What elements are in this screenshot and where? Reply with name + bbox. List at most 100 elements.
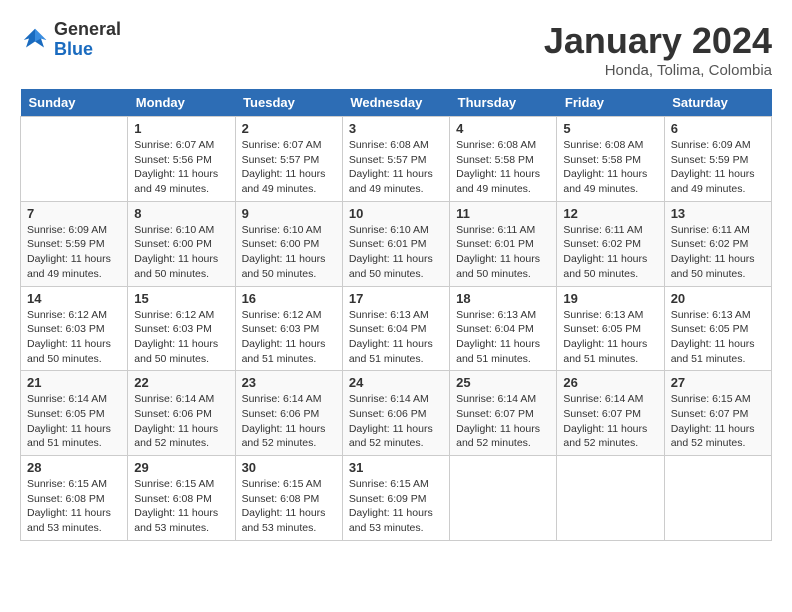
calendar-cell — [664, 456, 771, 541]
day-number: 24 — [349, 375, 443, 390]
calendar-cell: 27 Sunrise: 6:15 AM Sunset: 6:07 PM Dayli… — [664, 371, 771, 456]
day-number: 29 — [134, 460, 228, 475]
day-number: 14 — [27, 291, 121, 306]
day-number: 4 — [456, 121, 550, 136]
day-info: Sunrise: 6:14 AM Sunset: 6:05 PM Dayligh… — [27, 392, 121, 451]
day-info: Sunrise: 6:08 AM Sunset: 5:58 PM Dayligh… — [563, 138, 657, 197]
day-info: Sunrise: 6:10 AM Sunset: 6:01 PM Dayligh… — [349, 223, 443, 282]
day-info: Sunrise: 6:11 AM Sunset: 6:01 PM Dayligh… — [456, 223, 550, 282]
column-header-wednesday: Wednesday — [342, 89, 449, 117]
location-text: Honda, Tolima, Colombia — [544, 62, 772, 79]
calendar-header-row: SundayMondayTuesdayWednesdayThursdayFrid… — [21, 89, 772, 117]
day-info: Sunrise: 6:08 AM Sunset: 5:58 PM Dayligh… — [456, 138, 550, 197]
day-number: 20 — [671, 291, 765, 306]
day-number: 13 — [671, 206, 765, 221]
day-info: Sunrise: 6:07 AM Sunset: 5:56 PM Dayligh… — [134, 138, 228, 197]
calendar-cell: 28Sunrise: 6:15 AM Sunset: 6:08 PM Dayli… — [21, 456, 128, 541]
column-header-thursday: Thursday — [450, 89, 557, 117]
day-number: 25 — [456, 375, 550, 390]
calendar-cell: 21 Sunrise: 6:14 AM Sunset: 6:05 PM Dayli… — [21, 371, 128, 456]
day-number: 15 — [134, 291, 228, 306]
calendar-cell: 31 Sunrise: 6:15 AM Sunset: 6:09 PM Dayli… — [342, 456, 449, 541]
logo-general-text: General — [54, 20, 121, 40]
page-header: General Blue January 2024 Honda, Tolima,… — [20, 20, 772, 79]
logo-blue-text: Blue — [54, 40, 121, 60]
calendar-week-row: 21 Sunrise: 6:14 AM Sunset: 6:05 PM Dayli… — [21, 371, 772, 456]
calendar-cell: 10 Sunrise: 6:10 AM Sunset: 6:01 PM Dayli… — [342, 201, 449, 286]
column-header-saturday: Saturday — [664, 89, 771, 117]
day-number: 30 — [242, 460, 336, 475]
calendar-cell — [557, 456, 664, 541]
day-number: 21 — [27, 375, 121, 390]
day-number: 18 — [456, 291, 550, 306]
calendar-cell: 8 Sunrise: 6:10 AM Sunset: 6:00 PM Daylig… — [128, 201, 235, 286]
day-number: 3 — [349, 121, 443, 136]
day-number: 1 — [134, 121, 228, 136]
day-info: Sunrise: 6:15 AM Sunset: 6:07 PM Dayligh… — [671, 392, 765, 451]
calendar-table: SundayMondayTuesdayWednesdayThursdayFrid… — [20, 89, 772, 541]
calendar-cell: 14 Sunrise: 6:12 AM Sunset: 6:03 PM Dayli… — [21, 286, 128, 371]
calendar-cell: 30 Sunrise: 6:15 AM Sunset: 6:08 PM Dayli… — [235, 456, 342, 541]
day-info: Sunrise: 6:09 AM Sunset: 5:59 PM Dayligh… — [27, 223, 121, 282]
calendar-cell: 1 Sunrise: 6:07 AM Sunset: 5:56 PM Daylig… — [128, 117, 235, 202]
day-info: Sunrise: 6:10 AM Sunset: 6:00 PM Dayligh… — [134, 223, 228, 282]
day-info: Sunrise: 6:14 AM Sunset: 6:06 PM Dayligh… — [242, 392, 336, 451]
day-info: Sunrise: 6:07 AM Sunset: 5:57 PM Dayligh… — [242, 138, 336, 197]
day-number: 22 — [134, 375, 228, 390]
month-title: January 2024 — [544, 20, 772, 62]
calendar-cell: 25 Sunrise: 6:14 AM Sunset: 6:07 PM Dayli… — [450, 371, 557, 456]
day-info: Sunrise: 6:13 AM Sunset: 6:05 PM Dayligh… — [671, 308, 765, 367]
calendar-cell: 7 Sunrise: 6:09 AM Sunset: 5:59 PM Daylig… — [21, 201, 128, 286]
day-number: 27 — [671, 375, 765, 390]
column-header-sunday: Sunday — [21, 89, 128, 117]
day-number: 16 — [242, 291, 336, 306]
calendar-cell — [450, 456, 557, 541]
day-info: Sunrise: 6:11 AM Sunset: 6:02 PM Dayligh… — [671, 223, 765, 282]
title-block: January 2024 Honda, Tolima, Colombia — [544, 20, 772, 79]
calendar-cell: 11 Sunrise: 6:11 AM Sunset: 6:01 PM Dayli… — [450, 201, 557, 286]
calendar-cell: 29 Sunrise: 6:15 AM Sunset: 6:08 PM Dayli… — [128, 456, 235, 541]
day-number: 8 — [134, 206, 228, 221]
column-header-monday: Monday — [128, 89, 235, 117]
day-info: Sunrise: 6:15 AM Sunset: 6:09 PM Dayligh… — [349, 477, 443, 536]
day-info: Sunrise: 6:13 AM Sunset: 6:04 PM Dayligh… — [456, 308, 550, 367]
day-info: Sunrise: 6:10 AM Sunset: 6:00 PM Dayligh… — [242, 223, 336, 282]
day-number: 10 — [349, 206, 443, 221]
day-info: Sunrise: 6:09 AM Sunset: 5:59 PM Dayligh… — [671, 138, 765, 197]
calendar-cell: 2Sunrise: 6:07 AM Sunset: 5:57 PM Daylig… — [235, 117, 342, 202]
calendar-cell: 26 Sunrise: 6:14 AM Sunset: 6:07 PM Dayli… — [557, 371, 664, 456]
day-info: Sunrise: 6:12 AM Sunset: 6:03 PM Dayligh… — [242, 308, 336, 367]
day-number: 31 — [349, 460, 443, 475]
day-number: 7 — [27, 206, 121, 221]
calendar-cell: 4 Sunrise: 6:08 AM Sunset: 5:58 PM Daylig… — [450, 117, 557, 202]
day-info: Sunrise: 6:08 AM Sunset: 5:57 PM Dayligh… — [349, 138, 443, 197]
column-header-tuesday: Tuesday — [235, 89, 342, 117]
calendar-cell: 19Sunrise: 6:13 AM Sunset: 6:05 PM Dayli… — [557, 286, 664, 371]
day-info: Sunrise: 6:14 AM Sunset: 6:07 PM Dayligh… — [563, 392, 657, 451]
day-info: Sunrise: 6:15 AM Sunset: 6:08 PM Dayligh… — [242, 477, 336, 536]
day-info: Sunrise: 6:14 AM Sunset: 6:07 PM Dayligh… — [456, 392, 550, 451]
day-number: 11 — [456, 206, 550, 221]
calendar-cell: 12Sunrise: 6:11 AM Sunset: 6:02 PM Dayli… — [557, 201, 664, 286]
calendar-cell: 22 Sunrise: 6:14 AM Sunset: 6:06 PM Dayli… — [128, 371, 235, 456]
calendar-cell: 13 Sunrise: 6:11 AM Sunset: 6:02 PM Dayli… — [664, 201, 771, 286]
day-number: 28 — [27, 460, 121, 475]
calendar-cell — [21, 117, 128, 202]
calendar-cell: 24Sunrise: 6:14 AM Sunset: 6:06 PM Dayli… — [342, 371, 449, 456]
calendar-cell: 18 Sunrise: 6:13 AM Sunset: 6:04 PM Dayli… — [450, 286, 557, 371]
day-info: Sunrise: 6:15 AM Sunset: 6:08 PM Dayligh… — [134, 477, 228, 536]
day-info: Sunrise: 6:11 AM Sunset: 6:02 PM Dayligh… — [563, 223, 657, 282]
calendar-cell: 6Sunrise: 6:09 AM Sunset: 5:59 PM Daylig… — [664, 117, 771, 202]
logo: General Blue — [20, 20, 121, 60]
day-info: Sunrise: 6:12 AM Sunset: 6:03 PM Dayligh… — [134, 308, 228, 367]
day-info: Sunrise: 6:14 AM Sunset: 6:06 PM Dayligh… — [134, 392, 228, 451]
day-info: Sunrise: 6:12 AM Sunset: 6:03 PM Dayligh… — [27, 308, 121, 367]
calendar-cell: 9Sunrise: 6:10 AM Sunset: 6:00 PM Daylig… — [235, 201, 342, 286]
calendar-cell: 17Sunrise: 6:13 AM Sunset: 6:04 PM Dayli… — [342, 286, 449, 371]
day-number: 26 — [563, 375, 657, 390]
calendar-week-row: 7 Sunrise: 6:09 AM Sunset: 5:59 PM Daylig… — [21, 201, 772, 286]
day-number: 19 — [563, 291, 657, 306]
day-info: Sunrise: 6:13 AM Sunset: 6:04 PM Dayligh… — [349, 308, 443, 367]
logo-bird-icon — [20, 25, 50, 55]
calendar-cell: 23Sunrise: 6:14 AM Sunset: 6:06 PM Dayli… — [235, 371, 342, 456]
